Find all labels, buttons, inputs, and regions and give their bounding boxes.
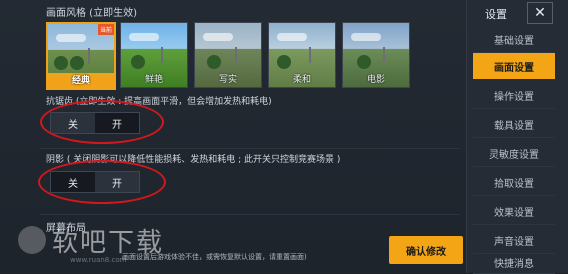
- watermark-url: www.ruan8.com: [70, 256, 127, 264]
- tree: [357, 55, 371, 69]
- sidebar-item-effects[interactable]: 效果设置: [473, 198, 555, 225]
- red-annotation-circle: [40, 100, 164, 144]
- tower: [88, 48, 90, 64]
- current-tag: 当前: [97, 24, 114, 35]
- divider: [40, 148, 460, 149]
- quality-option-vivid[interactable]: 鲜艳: [120, 22, 188, 88]
- quality-option-label: 电影: [366, 75, 385, 85]
- sidebar-item-sensitivity[interactable]: 灵敏度设置: [473, 140, 555, 167]
- quality-option-realistic[interactable]: 写实: [194, 22, 262, 88]
- reset-note: 画面设置后游戏体验不佳，或需恢复默认设置，请重置画面): [122, 253, 307, 261]
- quality-option-label: 柔和: [292, 75, 311, 85]
- tower: [235, 47, 237, 63]
- cloud: [277, 33, 307, 41]
- quality-option-label: 鲜艳: [144, 75, 163, 85]
- divider: [40, 214, 460, 215]
- tree: [277, 55, 291, 69]
- quality-option-classic[interactable]: 当前 经典: [46, 22, 116, 90]
- quality-title: 画面风格 (立即生效): [46, 8, 137, 19]
- cloud: [351, 33, 381, 41]
- tower: [161, 47, 163, 63]
- quality-option-label: 经典: [71, 76, 90, 86]
- watermark-logo-icon: [18, 226, 46, 254]
- tree: [70, 56, 84, 70]
- cloud: [203, 33, 233, 41]
- tree: [207, 55, 221, 69]
- sidebar-item-controls[interactable]: 操作设置: [473, 82, 555, 109]
- tower: [309, 47, 311, 63]
- close-button[interactable]: ✕: [527, 2, 553, 24]
- quality-option-soft[interactable]: 柔和: [268, 22, 336, 88]
- sidebar-item-graphics[interactable]: 画面设置: [473, 53, 555, 79]
- cloud: [129, 33, 159, 41]
- red-annotation-circle: [38, 160, 166, 204]
- confirm-button[interactable]: 确认修改: [389, 236, 463, 264]
- sidebar-item-vehicle[interactable]: 载具设置: [473, 111, 555, 138]
- close-icon: ✕: [534, 5, 546, 21]
- main-panel: 画面风格 (立即生效) 当前 经典 鲜艳 写实 柔和 电影 抗锯齿 (立即生效 …: [0, 0, 466, 273]
- settings-title: 设置: [485, 8, 507, 21]
- sidebar-item-basic[interactable]: 基础设置: [473, 26, 555, 53]
- screen-layout-title: 屏幕布局: [46, 223, 86, 234]
- tree: [54, 56, 68, 70]
- quality-option-label: 写实: [218, 75, 237, 85]
- cloud: [56, 34, 86, 42]
- sidebar-header: 设置 ✕: [467, 0, 568, 26]
- tower: [383, 47, 385, 63]
- quality-option-movie[interactable]: 电影: [342, 22, 410, 88]
- settings-sidebar: 设置 ✕ 基础设置 画面设置 操作设置 载具设置 灵敏度设置 拾取设置 效果设置…: [466, 0, 568, 274]
- sidebar-item-sound[interactable]: 声音设置: [473, 227, 555, 254]
- sidebar-item-pickup[interactable]: 拾取设置: [473, 169, 555, 196]
- sidebar-item-quick-message[interactable]: 快捷消息: [473, 252, 555, 274]
- tree: [131, 55, 145, 69]
